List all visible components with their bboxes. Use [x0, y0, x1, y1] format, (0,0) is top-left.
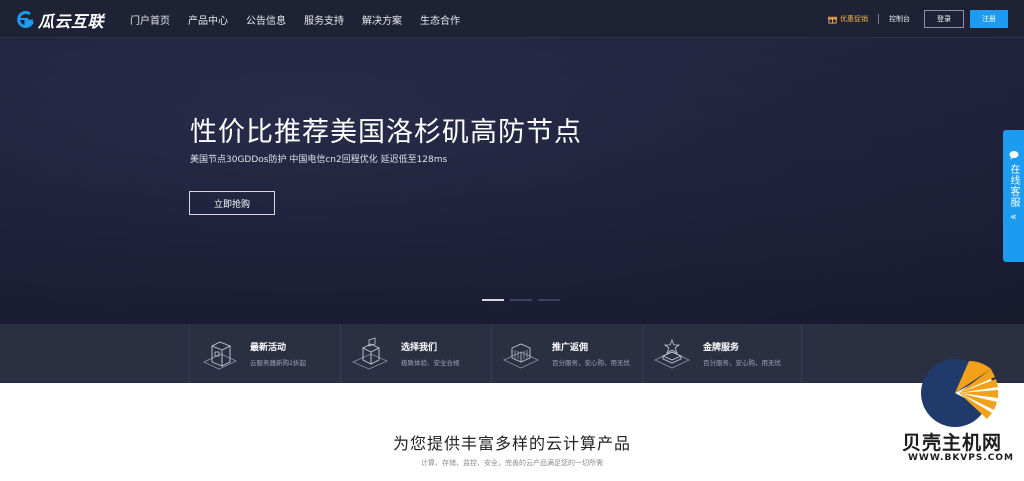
carousel-dot-1[interactable] — [482, 299, 504, 301]
menu-item-home[interactable]: 门户首页 — [130, 12, 170, 27]
hero-subtitle: 美国节点30GDDos防护 中国电信cn2回程优化 延迟低至128ms — [190, 155, 448, 165]
feature-desc: 百分服务，安心购，用无忧 — [703, 359, 781, 367]
section-subtitle: 计算、存储、监控、安全，完善的云产品满足您的一切所需 — [421, 459, 603, 467]
feature-strip: 最新活动 云服务器新购2折起 选择我们 极致体验、安全合规 推广返佣 百分服务，… — [0, 324, 1024, 383]
feature-title: 推广返佣 — [552, 343, 589, 353]
logo-text: 瓜云互联 — [38, 12, 105, 31]
building-icon — [503, 343, 539, 368]
medal-platform-icon — [654, 338, 690, 368]
feature-title: 金牌服务 — [703, 343, 740, 353]
menu-item-ecosystem[interactable]: 生态合作 — [420, 12, 460, 27]
carousel-dot-2[interactable] — [510, 299, 532, 301]
chat-bubble-icon — [1009, 151, 1018, 160]
menu-item-announcements[interactable]: 公告信息 — [246, 12, 286, 27]
feature-desc: 云服务器新购2折起 — [250, 359, 307, 367]
watermark-text: 贝壳主机网 — [902, 432, 1003, 454]
feature-title: 选择我们 — [401, 343, 438, 353]
logo[interactable]: 瓜云互联 — [16, 8, 104, 32]
buy-now-button[interactable]: 立即抢购 — [189, 191, 275, 215]
watermark-url: WWW.BKVPS.COM — [908, 453, 1014, 463]
cube-stack-icon — [352, 336, 388, 369]
logo-icon — [17, 11, 34, 28]
console-link[interactable]: 控制台 — [889, 14, 910, 24]
promo-label: 优惠促销 — [840, 15, 868, 23]
gift-icon — [828, 16, 837, 24]
section-title: 为您提供丰富多样的云计算产品 — [392, 434, 631, 453]
feature-desc: 极致体验、安全合规 — [401, 359, 460, 367]
carousel-dot-3[interactable] — [538, 299, 560, 301]
login-button[interactable]: 登录 — [924, 10, 964, 28]
feature-latest-activity[interactable]: 最新活动 云服务器新购2折起 — [189, 324, 340, 383]
register-button[interactable]: 注册 — [970, 10, 1008, 28]
server-box-icon — [203, 341, 237, 369]
menu-item-support[interactable]: 服务支持 — [304, 12, 344, 27]
carousel-indicators — [482, 299, 560, 301]
nav-actions: 优惠促销 控制台 登录 注册 — [828, 0, 1008, 38]
collapse-arrow-icon: « — [1010, 210, 1017, 223]
feature-title: 最新活动 — [250, 343, 287, 353]
hero-title: 性价比推荐美国洛杉矶高防节点 — [190, 117, 582, 148]
menu-item-products[interactable]: 产品中心 — [188, 12, 228, 27]
online-service-label: 在线客服 — [1008, 164, 1019, 208]
main-menu: 门户首页 产品中心 公告信息 服务支持 解决方案 生态合作 — [130, 0, 478, 38]
feature-choose-us[interactable]: 选择我们 极致体验、安全合规 — [340, 324, 491, 383]
online-service-tab[interactable]: 在线客服 « — [1003, 130, 1024, 262]
promo-link[interactable]: 优惠促销 — [828, 14, 868, 24]
feature-gold-service[interactable]: 金牌服务 百分服务，安心购，用无忧 — [642, 324, 802, 383]
menu-item-solutions[interactable]: 解决方案 — [362, 12, 402, 27]
feature-desc: 百分服务，安心购，用无忧 — [552, 359, 630, 367]
feature-referral[interactable]: 推广返佣 百分服务，安心购，用无忧 — [491, 324, 642, 383]
hero-banner: 性价比推荐美国洛杉矶高防节点 美国节点30GDDos防护 中国电信cn2回程优化… — [0, 38, 1024, 324]
top-navbar: 瓜云互联 门户首页 产品中心 公告信息 服务支持 解决方案 生态合作 优惠促销 … — [0, 0, 1024, 38]
nav-divider — [878, 14, 879, 24]
